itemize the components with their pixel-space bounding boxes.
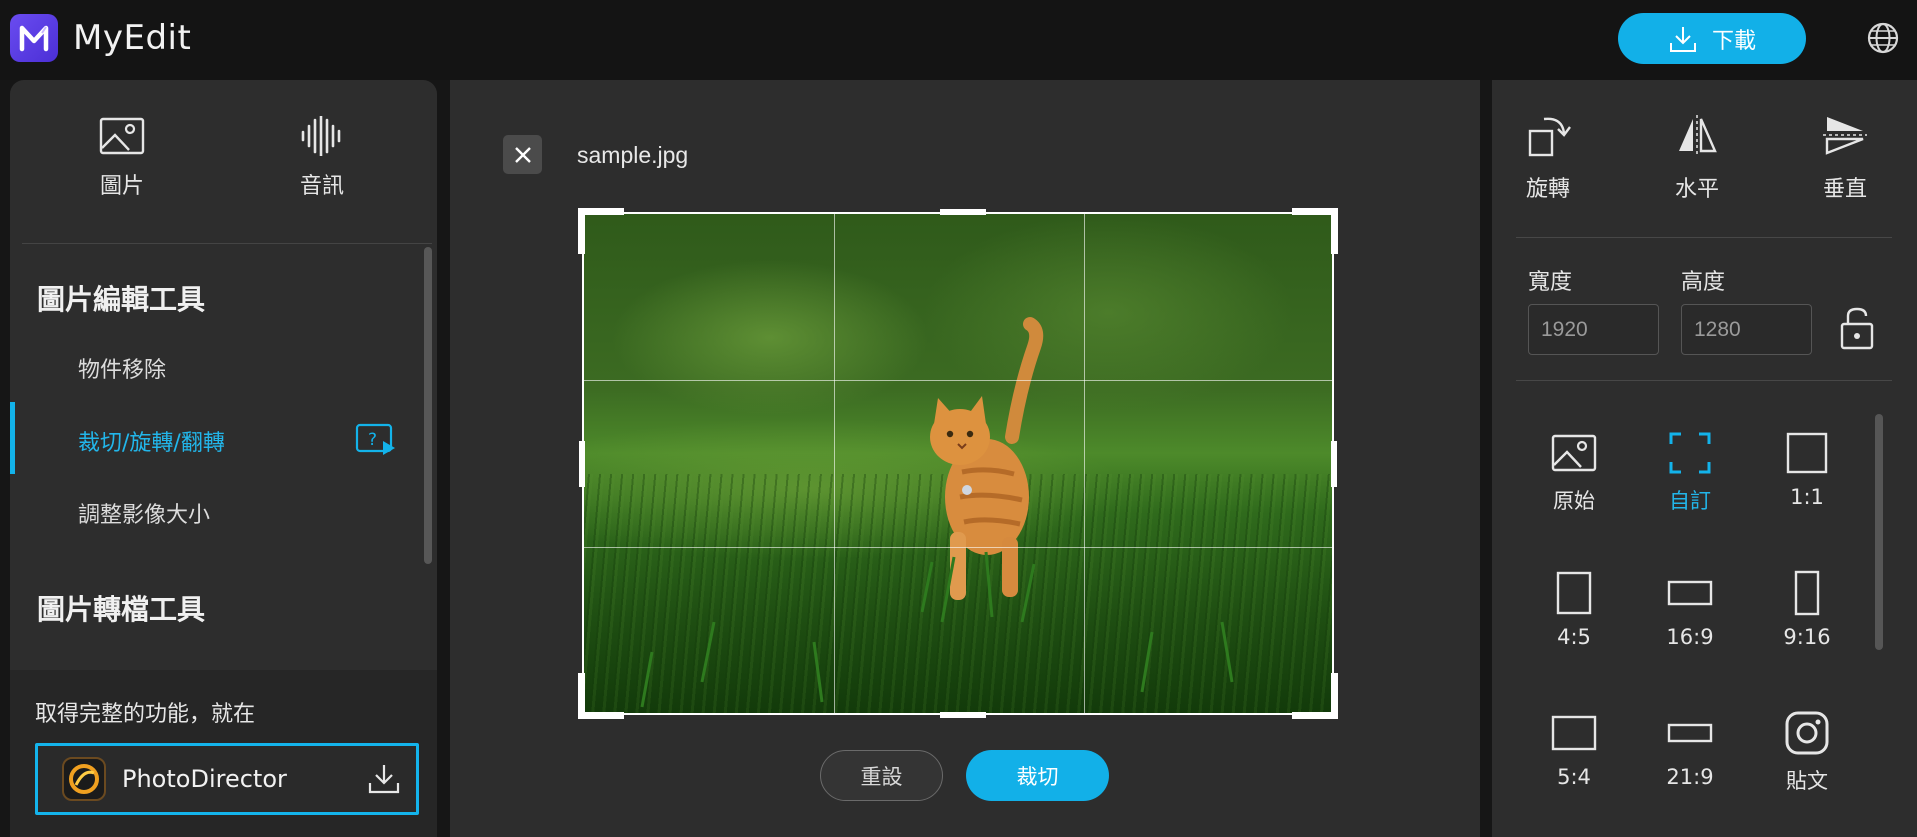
crop-handle-top[interactable] — [940, 209, 986, 215]
right-panel: 旋轉 水平 垂直 寬度 高度 原始 — [1492, 80, 1917, 837]
sidebar-item-object-removal[interactable]: 物件移除 — [78, 352, 166, 384]
ratio-5-4-label: 5:4 — [1557, 765, 1591, 789]
globe-icon[interactable] — [1865, 20, 1901, 56]
flip-horizontal-icon — [1679, 115, 1717, 157]
ratio-4-5-label: 4:5 — [1557, 625, 1591, 649]
category-audio-label: 音訊 — [299, 174, 344, 199]
video-tutorial-icon[interactable]: ? — [355, 423, 397, 455]
grid-line — [834, 214, 835, 713]
svg-text:?: ? — [368, 430, 377, 450]
photodirector-logo-icon — [62, 757, 106, 801]
grid-line — [584, 380, 1332, 381]
crop-handle-top-right[interactable] — [1331, 208, 1338, 254]
crop-frame[interactable] — [582, 212, 1334, 715]
category-audio[interactable]: 音訊 — [262, 114, 382, 200]
flip-vertical-icon — [1823, 117, 1867, 155]
instagram-icon — [1785, 711, 1829, 755]
ratio-custom[interactable]: 自訂 — [1640, 427, 1740, 515]
ratio-5-4[interactable]: 5:4 — [1524, 707, 1624, 789]
crop-handle-left[interactable] — [579, 441, 585, 487]
crop-button[interactable]: 裁切 — [966, 750, 1109, 801]
crop-handle-bottom-left[interactable] — [578, 673, 585, 719]
ratio-9-16-label: 9:16 — [1783, 625, 1831, 649]
ratio-16-9-label: 16:9 — [1666, 625, 1714, 649]
ratio-1-1-label: 1:1 — [1790, 485, 1824, 509]
crop-handle-top-left[interactable] — [578, 208, 585, 254]
ratio-original-label: 原始 — [1553, 489, 1595, 513]
myedit-logo-icon[interactable] — [10, 14, 58, 62]
ratio-1-1[interactable]: 1:1 — [1757, 427, 1857, 509]
close-icon — [514, 146, 531, 163]
category-image[interactable]: 圖片 — [62, 116, 182, 200]
ratio-original[interactable]: 原始 — [1524, 427, 1624, 515]
top-bar: MyEdit 下載 — [0, 0, 1917, 80]
grid-line — [1084, 214, 1085, 713]
section-title-image-convert: 圖片轉檔工具 — [37, 593, 206, 626]
ratio-21-9[interactable]: 21:9 — [1640, 707, 1740, 789]
ratio-1-1-icon — [1786, 432, 1828, 474]
ratio-post-label: 貼文 — [1786, 769, 1828, 793]
size-divider — [1516, 380, 1892, 381]
flip-vertical-label: 垂直 — [1822, 177, 1867, 202]
app-title: MyEdit — [73, 18, 192, 58]
custom-crop-icon — [1669, 432, 1711, 474]
section-title-image-edit: 圖片編輯工具 — [37, 283, 206, 316]
promo-text: 取得完整的功能，就在 — [35, 702, 256, 727]
audio-wave-icon — [301, 114, 341, 158]
rotate-button[interactable]: 旋轉 — [1503, 113, 1593, 203]
ratio-4-5-icon — [1556, 571, 1592, 615]
ratio-16-9[interactable]: 16:9 — [1640, 567, 1740, 649]
original-image-icon — [1551, 434, 1597, 472]
crop-handle-bottom-right[interactable] — [1331, 673, 1338, 719]
close-button[interactable] — [503, 135, 542, 174]
width-label: 寬度 — [1528, 270, 1573, 295]
tool-divider — [1516, 237, 1892, 238]
file-name: sample.jpg — [577, 142, 689, 168]
download-icon — [1669, 26, 1696, 52]
image-icon — [99, 117, 145, 155]
flip-vertical-button[interactable]: 垂直 — [1800, 113, 1890, 203]
ratio-post[interactable]: 貼文 — [1757, 707, 1857, 795]
flip-horizontal-label: 水平 — [1674, 177, 1719, 202]
download-icon — [368, 765, 400, 794]
download-button[interactable]: 下載 — [1618, 13, 1806, 64]
unlock-icon[interactable] — [1838, 306, 1876, 352]
grid-line — [584, 547, 1332, 548]
crop-handle-right[interactable] — [1331, 441, 1337, 487]
ratio-custom-label: 自訂 — [1669, 489, 1711, 513]
ratio-9-16-icon — [1794, 570, 1820, 616]
height-label: 高度 — [1681, 270, 1726, 295]
ratio-5-4-icon — [1551, 715, 1597, 751]
ratio-4-5[interactable]: 4:5 — [1524, 567, 1624, 649]
flip-horizontal-button[interactable]: 水平 — [1652, 113, 1742, 203]
sidebar-scrollbar[interactable] — [424, 247, 432, 564]
category-image-label: 圖片 — [99, 174, 144, 199]
photodirector-button[interactable]: PhotoDirector — [35, 743, 419, 815]
ratio-9-16[interactable]: 9:16 — [1757, 567, 1857, 649]
rotate-icon — [1528, 117, 1571, 157]
rotate-label: 旋轉 — [1525, 177, 1570, 202]
ratio-21-9-icon — [1667, 723, 1713, 743]
active-indicator — [10, 402, 15, 474]
photodirector-label: PhotoDirector — [122, 765, 287, 793]
reset-button[interactable]: 重設 — [820, 750, 943, 801]
download-label: 下載 — [1711, 28, 1756, 54]
crop-handle-bottom[interactable] — [940, 712, 986, 718]
width-input[interactable] — [1528, 304, 1659, 355]
sidebar-item-crop-rotate-flip[interactable]: 裁切/旋轉/翻轉 — [78, 425, 225, 457]
ratio-scrollbar[interactable] — [1875, 414, 1883, 650]
sidebar-item-resize[interactable]: 調整影像大小 — [78, 497, 210, 529]
ratio-21-9-label: 21:9 — [1666, 765, 1714, 789]
ratio-16-9-icon — [1667, 580, 1713, 606]
category-divider — [22, 243, 432, 244]
height-input[interactable] — [1681, 304, 1812, 355]
left-sidebar: 圖片 音訊 圖片編輯工具 物件移除 裁切/旋轉/翻轉 ? 調整影像大小 圖片轉檔… — [10, 80, 437, 837]
promo-panel: 取得完整的功能，就在 PhotoDirector — [10, 670, 437, 837]
editor-canvas: sample.jpg 重設 裁切 — [450, 80, 1480, 837]
